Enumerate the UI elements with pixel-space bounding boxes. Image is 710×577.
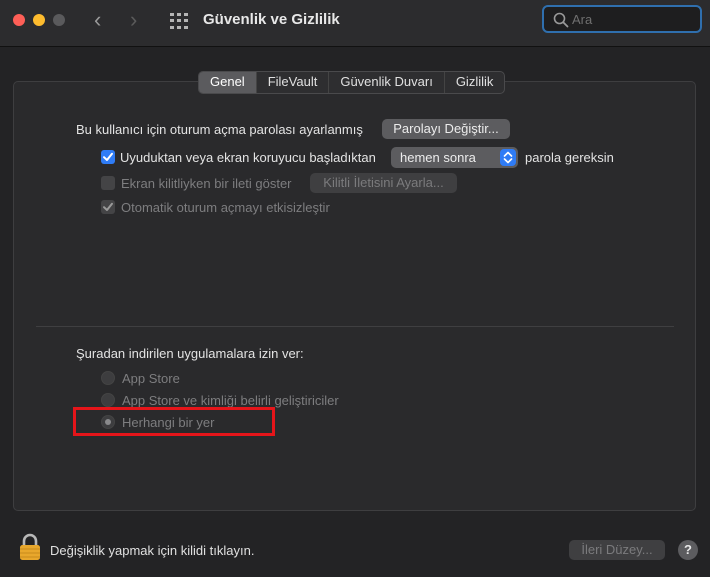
lock-icon[interactable]	[18, 533, 42, 564]
help-button[interactable]: ?	[678, 540, 698, 560]
popup-arrows-icon	[500, 149, 516, 166]
show-all-grid-icon[interactable]	[170, 13, 188, 29]
search-input[interactable]	[572, 11, 692, 27]
checkmark-icon	[103, 202, 113, 211]
require-password-label: Uyuduktan veya ekran koruyucu başladıkta…	[120, 150, 376, 165]
radio-app-store-label: App Store	[122, 371, 180, 386]
highlight-box	[73, 407, 275, 436]
password-delay-popup[interactable]: hemen sonra	[391, 147, 518, 168]
tab-general[interactable]: Genel	[199, 72, 256, 93]
set-lock-message-button[interactable]: Kilitli İletisini Ayarla...	[310, 173, 457, 193]
forward-chevron-icon[interactable]: ›	[130, 9, 137, 31]
close-window-button[interactable]	[13, 14, 25, 26]
search-field[interactable]	[542, 5, 702, 33]
back-chevron-icon[interactable]: ‹	[94, 9, 101, 31]
disable-auto-login-checkbox[interactable]	[101, 200, 115, 214]
section-divider	[36, 326, 674, 327]
require-password-checkbox[interactable]	[101, 150, 115, 164]
tab-privacy[interactable]: Gizlilik	[443, 72, 505, 93]
minimize-window-button[interactable]	[33, 14, 45, 26]
disable-auto-login-label: Otomatik oturum açmayı etkisizleştir	[121, 200, 330, 215]
checkmark-icon	[103, 152, 113, 161]
radio-app-store-identified-label: App Store ve kimliği belirli geliştirici…	[122, 393, 339, 408]
zoom-window-button[interactable]	[53, 14, 65, 26]
content-panel	[13, 81, 696, 511]
lock-instruction-text: Değişiklik yapmak için kilidi tıklayın.	[50, 543, 255, 558]
password-delay-value: hemen sonra	[400, 150, 476, 165]
window-title: Güvenlik ve Gizlilik	[203, 11, 340, 28]
lock-message-checkbox[interactable]	[101, 176, 115, 190]
tab-firewall[interactable]: Güvenlik Duvarı	[328, 72, 443, 93]
lock-message-label: Ekran kilitliyken bir ileti göster	[121, 176, 292, 191]
search-icon	[553, 12, 569, 31]
require-password-suffix: parola gereksin	[525, 150, 614, 165]
tab-bar: Genel FileVault Güvenlik Duvarı Gizlilik	[198, 71, 506, 94]
advanced-button[interactable]: İleri Düzey...	[569, 540, 665, 560]
allow-apps-heading: Şuradan indirilen uygulamalara izin ver:	[76, 346, 304, 361]
radio-app-store-identified[interactable]	[101, 393, 115, 407]
radio-app-store[interactable]	[101, 371, 115, 385]
tab-filevault[interactable]: FileVault	[255, 72, 329, 93]
password-set-text: Bu kullanıcı için oturum açma parolası a…	[76, 122, 363, 137]
change-password-button[interactable]: Parolayı Değiştir...	[382, 119, 510, 139]
